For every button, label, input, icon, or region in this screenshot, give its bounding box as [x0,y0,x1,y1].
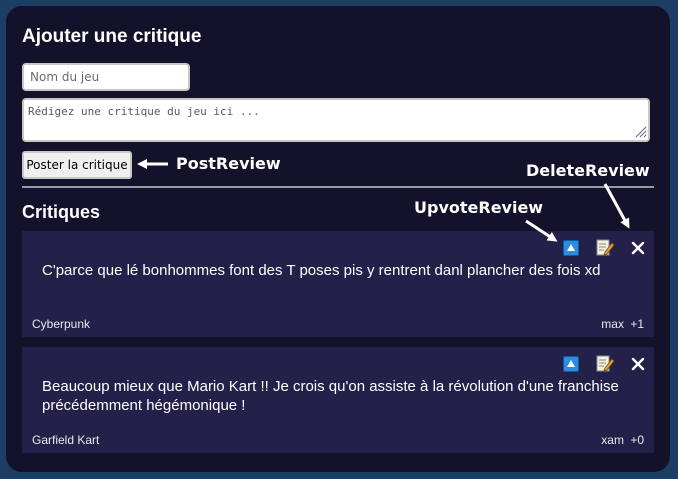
edit-button[interactable] [595,354,615,374]
review-author: max [601,317,624,331]
review-text: Beaucoup mieux que Mario Kart !! Je croi… [42,378,619,414]
review-game-name: Garfield Kart [32,433,100,447]
edit-icon [596,355,615,372]
reviews-title: Critiques [22,202,101,222]
section-divider [22,186,654,188]
delete-button[interactable] [628,238,648,258]
resize-grip-icon[interactable] [635,126,647,138]
upvote-button[interactable] [561,238,581,258]
annotation-delete-review: DeleteReview [526,161,650,180]
post-review-button[interactable]: Poster la critique [22,151,132,179]
delete-button[interactable] [628,354,648,374]
upvote-button[interactable] [561,354,581,374]
annotation-upvote-review: UpvoteReview [414,198,544,217]
close-icon [631,241,645,255]
review-author: xam [601,433,624,447]
review-card: C'parce que lé bonhommes font des T pose… [22,231,654,337]
review-text: C'parce que lé bonhommes font des T pose… [42,262,601,279]
edit-button[interactable] [595,238,615,258]
review-game-name: Cyberpunk [32,317,91,331]
annotation-post-review: PostReview [176,154,281,173]
review-score: +0 [630,433,644,447]
review-meta: xam +0 [601,433,644,447]
review-panel: Ajouter une critique Poster la critique … [6,6,670,472]
review-meta: max +1 [601,317,644,331]
close-icon [631,357,645,371]
upvote-icon [563,356,579,372]
upvote-icon [563,240,579,256]
edit-icon [596,239,615,256]
form-title: Ajouter une critique [22,26,202,47]
review-text-input[interactable] [22,98,650,142]
review-score: +1 [630,317,644,331]
game-name-input[interactable] [22,63,190,91]
review-card: Beaucoup mieux que Mario Kart !! Je croi… [22,347,654,453]
